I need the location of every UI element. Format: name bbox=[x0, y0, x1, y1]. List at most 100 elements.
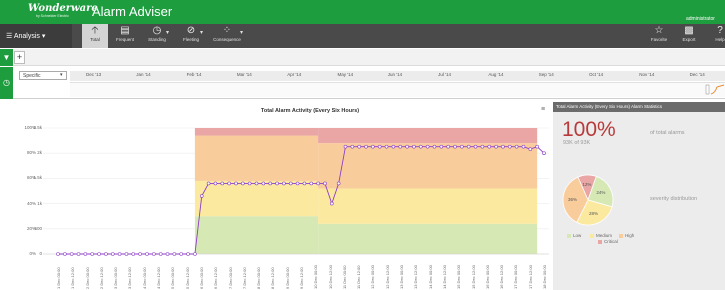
line-point bbox=[152, 252, 156, 256]
x-axis-tick-label: 6 Dec 12:00 bbox=[213, 267, 219, 289]
line-point bbox=[521, 144, 526, 149]
line-point bbox=[398, 144, 403, 149]
x-axis-tick-label: 13 Dec 00:00 bbox=[399, 265, 405, 289]
legend-item[interactable]: High bbox=[619, 233, 634, 238]
x-axis-tick-label: 9 Dec 12:00 bbox=[299, 267, 304, 289]
favorite-label: Favorite bbox=[650, 37, 668, 42]
legend-swatch bbox=[598, 239, 602, 244]
x-axis-tick-label: 11 Dec 00:00 bbox=[341, 265, 347, 290]
x-axis-tick-label: 11 Dec 12:00 bbox=[356, 265, 362, 290]
line-point bbox=[494, 144, 498, 149]
line-point bbox=[97, 252, 101, 256]
line-point bbox=[480, 144, 485, 149]
x-axis-tick-label: 3 Dec 12:00 bbox=[127, 267, 133, 289]
x-axis-tick-label: 1 Dec 00:00 bbox=[56, 267, 61, 289]
line-point bbox=[350, 144, 355, 149]
legend-label: High bbox=[625, 233, 635, 238]
severity-band-critical bbox=[194, 128, 319, 136]
line-point bbox=[179, 252, 184, 256]
x-axis-tick-label: 4 Dec 12:00 bbox=[156, 267, 162, 289]
x-axis-tick-label: 7 Dec 12:00 bbox=[241, 267, 247, 289]
severity-band-high bbox=[194, 135, 319, 181]
line-point bbox=[288, 181, 293, 186]
line-point bbox=[69, 252, 74, 256]
legend-swatch bbox=[619, 233, 623, 238]
line-point bbox=[302, 181, 307, 186]
severity-band-low bbox=[318, 223, 538, 254]
timeline-month-label: Dec '14 bbox=[689, 72, 705, 77]
timeline-selection-handle[interactable] bbox=[705, 82, 725, 97]
legend-label: Low bbox=[573, 233, 582, 238]
pie-slice-label: 36% bbox=[568, 196, 578, 202]
legend-label: Medium bbox=[596, 233, 613, 238]
line-point bbox=[261, 181, 266, 186]
line-point bbox=[165, 252, 170, 256]
x-axis-tick-label: 14 Dec 00:00 bbox=[427, 265, 433, 289]
line-point bbox=[357, 144, 361, 149]
line-point bbox=[131, 252, 136, 256]
timeline-month-label: Nov '14 bbox=[639, 72, 655, 77]
legend-label: Critical bbox=[604, 239, 618, 244]
alarm-activity-plot bbox=[43, 127, 549, 256]
line-point bbox=[330, 201, 334, 206]
line-point bbox=[268, 181, 272, 186]
line-point bbox=[473, 144, 478, 149]
x-axis-tick-label: 12 Dec 12:00 bbox=[384, 265, 390, 289]
line-point bbox=[501, 144, 505, 149]
help-label: Help bbox=[715, 37, 725, 42]
line-point bbox=[542, 151, 546, 155]
export-button[interactable]: ▩ Export bbox=[677, 24, 701, 48]
line-point bbox=[90, 252, 95, 256]
legend-swatch bbox=[590, 233, 594, 238]
line-point bbox=[213, 181, 218, 186]
timeline-month-label: Oct '14 bbox=[589, 72, 604, 77]
x-axis-tick-label: 8 Dec 12:00 bbox=[270, 267, 276, 289]
line-point bbox=[535, 144, 539, 149]
line-point bbox=[487, 144, 492, 149]
line-point bbox=[124, 252, 129, 256]
x-axis-tick-label: 10 Dec 12:00 bbox=[327, 265, 333, 289]
line-point bbox=[460, 144, 464, 149]
x-axis-tick-label: 15 Dec 12:00 bbox=[470, 265, 476, 289]
line-point bbox=[282, 181, 286, 186]
line-point bbox=[199, 194, 204, 198]
x-axis-tick-label: 16 Dec 00:00 bbox=[484, 265, 490, 289]
x-axis-tick-label: 17 Dec 00:00 bbox=[513, 265, 519, 289]
line-point bbox=[172, 252, 177, 256]
line-point bbox=[220, 181, 225, 186]
line-point bbox=[309, 181, 314, 186]
legend-item[interactable]: Medium bbox=[590, 233, 612, 238]
x-axis-tick-label: 5 Dec 12:00 bbox=[184, 267, 190, 289]
line-point bbox=[377, 144, 382, 149]
pie-slice-label: 24% bbox=[596, 190, 606, 196]
line-point bbox=[104, 252, 108, 256]
user-menu[interactable]: administrator bbox=[686, 16, 715, 22]
truck-icon: ▩ bbox=[684, 25, 694, 36]
x-axis-tick-label: 12 Dec 00:00 bbox=[370, 265, 376, 289]
line-point bbox=[453, 144, 457, 149]
pie-slice-label: 28% bbox=[589, 210, 599, 216]
line-point bbox=[446, 144, 450, 149]
line-point bbox=[193, 252, 197, 256]
line-point bbox=[343, 144, 348, 149]
line-point bbox=[227, 181, 231, 186]
line-point bbox=[418, 144, 423, 149]
line-point bbox=[405, 144, 409, 149]
x-axis-tick-label: 18 Dec 00:00 bbox=[542, 265, 547, 289]
legend-item[interactable]: Critical bbox=[598, 239, 618, 244]
line-point bbox=[466, 144, 471, 149]
favorite-button[interactable]: ☆ Favorite bbox=[647, 24, 671, 48]
line-point bbox=[234, 181, 238, 186]
x-axis-tick-label: 15 Dec 00:00 bbox=[456, 265, 462, 289]
severity-band-medium bbox=[318, 188, 538, 224]
x-axis-tick-label: 8 Dec 00:00 bbox=[256, 267, 262, 289]
help-button[interactable]: ? Help bbox=[708, 24, 725, 48]
legend-item[interactable]: Low bbox=[567, 233, 581, 238]
line-point bbox=[384, 144, 389, 149]
line-point bbox=[528, 147, 533, 151]
line-point bbox=[186, 252, 190, 256]
line-point bbox=[507, 144, 512, 149]
line-point bbox=[336, 181, 341, 186]
line-point bbox=[254, 181, 259, 186]
line-point bbox=[206, 181, 211, 186]
